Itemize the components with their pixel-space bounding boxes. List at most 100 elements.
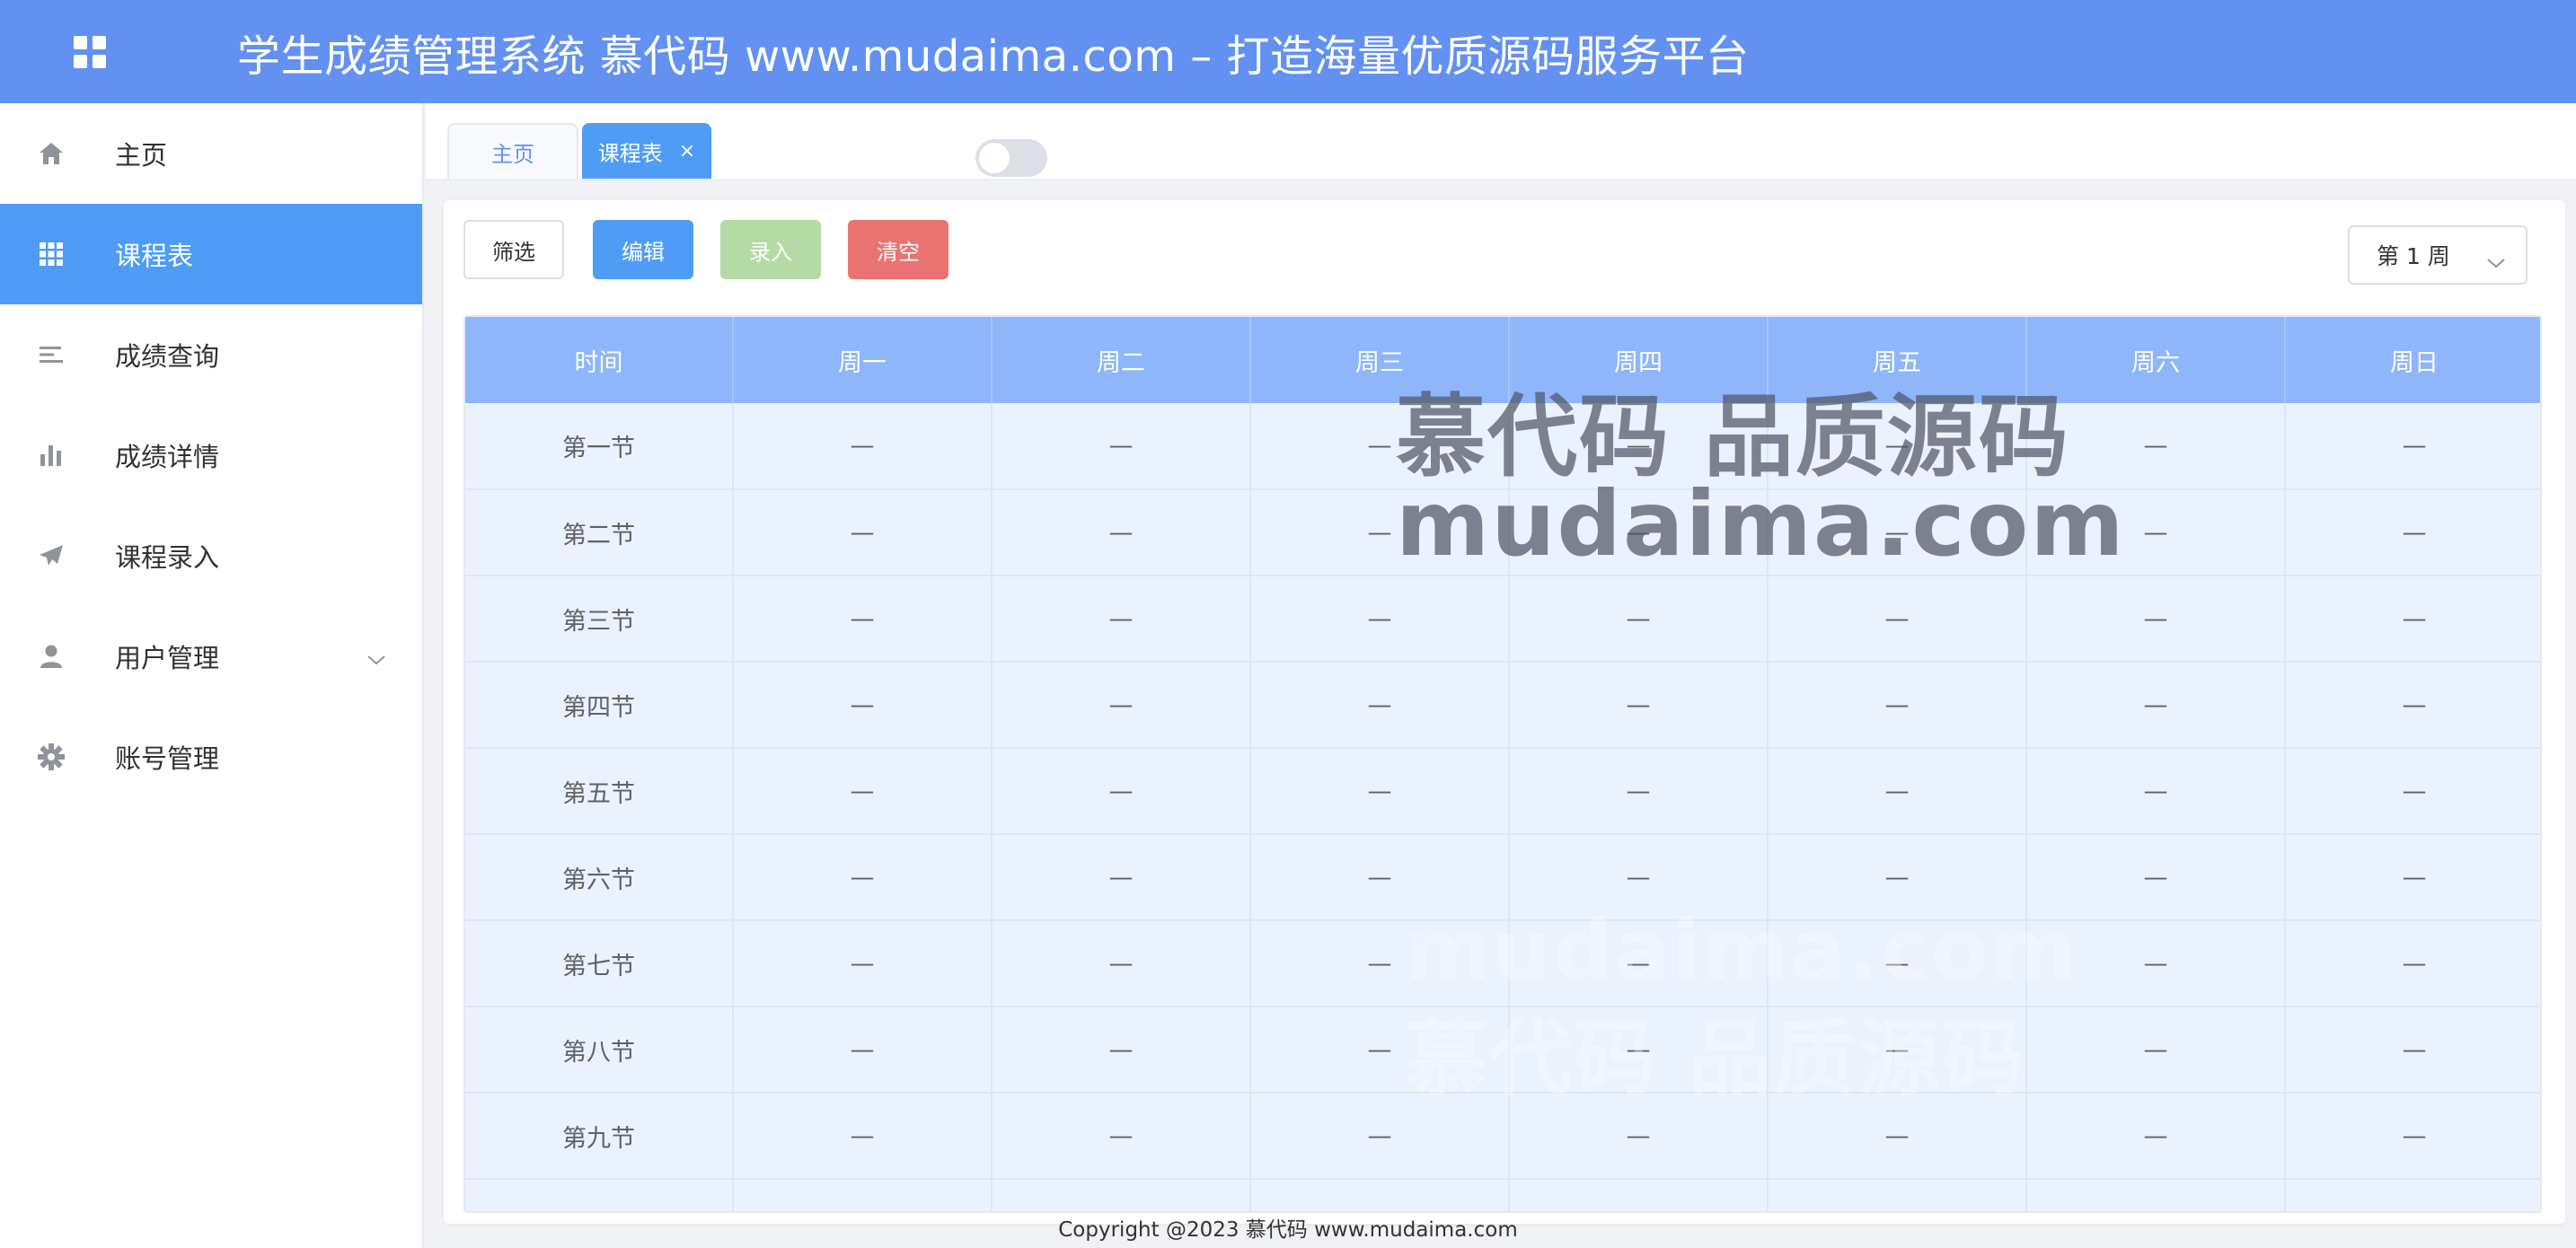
course-cell[interactable]: — — [992, 834, 1251, 921]
sidebar-item-account-management[interactable]: 账号管理 — [0, 707, 422, 807]
course-cell[interactable]: — — [733, 920, 992, 1007]
sidebar-item-user-management[interactable]: 用户管理 — [0, 606, 422, 707]
course-cell[interactable]: — — [733, 1006, 992, 1094]
close-icon[interactable]: × — [679, 140, 695, 163]
table-row: 第五节 — — — — — — — — [465, 748, 2540, 835]
app-title: 学生成绩管理系统 慕代码 www.mudaima.com – 打造海量优质源码服… — [237, 31, 1750, 82]
course-cell[interactable]: — — [1250, 576, 1510, 663]
course-cell[interactable]: — — [2285, 834, 2540, 921]
course-cell[interactable]: — — [992, 1006, 1251, 1094]
course-cell[interactable]: — — [1509, 662, 1769, 749]
edit-button[interactable]: 编辑 — [593, 220, 693, 279]
course-cell[interactable]: — — [2285, 748, 2540, 835]
gear-icon — [25, 731, 77, 783]
theme-toggle[interactable] — [975, 139, 1047, 177]
course-cell[interactable]: — — [1768, 1093, 2027, 1180]
course-cell[interactable]: — — [1509, 1093, 1769, 1180]
course-cell[interactable]: — — [1509, 748, 1769, 835]
sidebar-item-course-input[interactable]: 课程录入 — [0, 505, 422, 606]
course-cell[interactable]: — — [1250, 920, 1510, 1007]
course-cell[interactable]: — — [992, 1093, 1251, 1180]
course-cell[interactable]: — — [1509, 834, 1769, 921]
course-cell[interactable]: — — [1250, 1093, 1510, 1180]
course-cell[interactable]: — — [1768, 576, 2027, 663]
course-cell[interactable]: — — [2026, 403, 2286, 490]
course-cell[interactable]: — — [733, 834, 992, 921]
course-cell[interactable]: — — [992, 920, 1251, 1007]
course-cell[interactable]: — — [1509, 576, 1769, 663]
course-cell[interactable]: — — [2285, 489, 2540, 576]
course-cell[interactable]: — — [1250, 489, 1510, 576]
input-button[interactable]: 录入 — [720, 220, 821, 279]
course-cell[interactable]: — — [1250, 403, 1510, 490]
user-icon — [25, 630, 77, 682]
apps-grid-icon[interactable] — [0, 0, 180, 103]
tab-label: 主页 — [491, 141, 534, 167]
course-cell[interactable]: — — [733, 576, 992, 663]
course-cell[interactable]: — — [2285, 403, 2540, 490]
course-cell[interactable]: — — [2026, 1006, 2286, 1094]
tab-home[interactable]: 主页 — [447, 123, 578, 179]
course-cell[interactable]: — — [2026, 576, 2286, 663]
sidebar-item-score-query[interactable]: 成绩查询 — [0, 304, 422, 405]
course-cell[interactable]: — — [2026, 489, 2286, 576]
course-cell[interactable]: — — [1768, 1179, 2027, 1211]
sidebar-item-label: 用户管理 — [115, 643, 220, 673]
course-cell[interactable]: — — [733, 489, 992, 576]
column-header: 周日 — [2285, 317, 2540, 403]
course-cell[interactable]: — — [1768, 834, 2027, 921]
course-cell[interactable]: — — [1768, 920, 2027, 1007]
course-cell[interactable]: — — [992, 662, 1251, 749]
course-cell[interactable]: — — [2026, 1093, 2286, 1180]
course-cell[interactable]: — — [1509, 403, 1769, 490]
course-cell[interactable]: — — [1509, 920, 1769, 1007]
filter-button[interactable]: 筛选 — [463, 220, 564, 279]
week-select-value: 第 1 周 — [2377, 243, 2450, 269]
course-cell[interactable]: — — [1509, 1179, 1769, 1211]
course-cell[interactable]: — — [992, 403, 1251, 490]
tab-schedule[interactable]: 课程表 × — [582, 123, 711, 179]
course-cell[interactable]: — — [1768, 662, 2027, 749]
course-cell[interactable]: — — [733, 403, 992, 490]
course-cell[interactable]: — — [733, 748, 992, 835]
column-header: 周六 — [2026, 317, 2286, 403]
course-cell[interactable]: — — [2285, 1179, 2540, 1211]
period-cell: 第八节 — [465, 1006, 734, 1094]
course-cell[interactable]: — — [2026, 920, 2286, 1007]
course-cell[interactable]: — — [1768, 403, 2027, 490]
course-cell[interactable]: — — [2026, 834, 2286, 921]
toggle-knob — [979, 143, 1010, 173]
course-cell[interactable]: — — [1509, 1006, 1769, 1094]
course-cell[interactable]: — — [733, 662, 992, 749]
course-cell[interactable]: — — [1250, 748, 1510, 835]
course-cell[interactable]: — — [992, 489, 1251, 576]
course-cell[interactable]: — — [2026, 662, 2286, 749]
course-cell[interactable]: — — [992, 576, 1251, 663]
chevron-down-icon[interactable] — [366, 642, 386, 672]
course-cell[interactable]: — — [992, 1179, 1251, 1211]
course-cell[interactable]: — — [2026, 748, 2286, 835]
course-cell[interactable]: — — [1250, 1179, 1510, 1211]
course-cell[interactable]: — — [1768, 489, 2027, 576]
course-cell[interactable]: — — [1768, 1006, 2027, 1094]
course-cell[interactable]: — — [1250, 662, 1510, 749]
course-cell[interactable]: — — [1768, 748, 2027, 835]
sidebar-item-schedule[interactable]: 课程表 — [0, 204, 422, 304]
course-cell[interactable]: — — [2285, 576, 2540, 663]
clear-button[interactable]: 清空 — [848, 220, 948, 279]
sidebar-item-score-detail[interactable]: 成绩详情 — [0, 405, 422, 505]
course-cell[interactable]: — — [992, 748, 1251, 835]
course-cell[interactable]: — — [1250, 834, 1510, 921]
course-cell[interactable]: — — [1250, 1006, 1510, 1094]
course-cell[interactable]: — — [2285, 1006, 2540, 1094]
sidebar-item-home[interactable]: 主页 — [0, 103, 422, 204]
course-cell[interactable]: — — [2285, 1093, 2540, 1180]
course-cell[interactable]: — — [733, 1093, 992, 1180]
course-cell[interactable]: — — [733, 1179, 992, 1211]
course-cell[interactable]: — — [1509, 489, 1769, 576]
course-cell[interactable]: — — [2285, 920, 2540, 1007]
table-row: 第四节 — — — — — — — — [465, 662, 2540, 749]
course-cell[interactable]: — — [2026, 1179, 2286, 1211]
course-cell[interactable]: — — [2285, 662, 2540, 749]
week-select[interactable]: 第 1 周 — [2348, 225, 2527, 285]
